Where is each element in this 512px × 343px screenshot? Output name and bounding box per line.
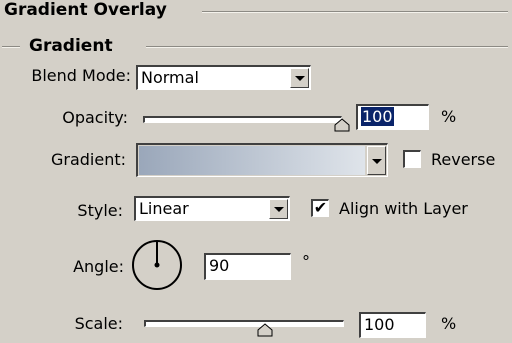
style-label: Style: [77,201,123,220]
scale-slider-track[interactable] [144,320,344,327]
scale-label: Scale: [74,314,123,333]
angle-unit: ° [302,252,310,271]
gradient-picker[interactable] [136,143,388,177]
scale-input[interactable]: 100 [359,312,426,338]
align-with-layer-checkbox[interactable]: ✔ [311,199,329,217]
gradient-label: Gradient: [50,150,126,169]
opacity-input[interactable]: 100 [356,104,429,130]
reverse-label: Reverse [431,150,496,169]
section-rule-right [146,46,508,48]
blend-mode-value: Normal [141,68,199,87]
opacity-slider-thumb[interactable] [334,118,350,132]
opacity-slider-track[interactable] [143,116,342,123]
scale-value: 100 [364,315,395,334]
section-rule-left [2,46,20,48]
panel-title: Gradient Overlay [4,0,167,20]
angle-dial-icon[interactable] [129,237,185,293]
opacity-value: 100 [361,107,394,126]
style-value: Linear [139,199,189,218]
align-with-layer-label: Align with Layer [339,199,468,218]
chevron-down-icon[interactable] [290,68,309,88]
checkmark-icon: ✔ [313,198,328,217]
style-select[interactable]: Linear [134,196,290,221]
blend-mode-select[interactable]: Normal [136,65,311,90]
opacity-unit: % [441,107,457,126]
angle-label: Angle: [73,257,124,276]
reverse-checkbox[interactable] [403,150,421,168]
opacity-label: Opacity: [62,108,128,127]
gradient-swatch[interactable] [139,146,365,175]
chevron-down-icon[interactable] [367,146,386,175]
angle-input[interactable]: 90 [204,253,291,280]
scale-slider-thumb[interactable] [257,323,273,337]
scale-unit: % [441,314,457,333]
chevron-down-icon[interactable] [269,199,288,219]
angle-value: 90 [209,256,230,275]
section-title: Gradient [29,36,113,56]
blend-mode-label: Blend Mode: [31,66,131,85]
panel-title-rule [202,11,508,13]
